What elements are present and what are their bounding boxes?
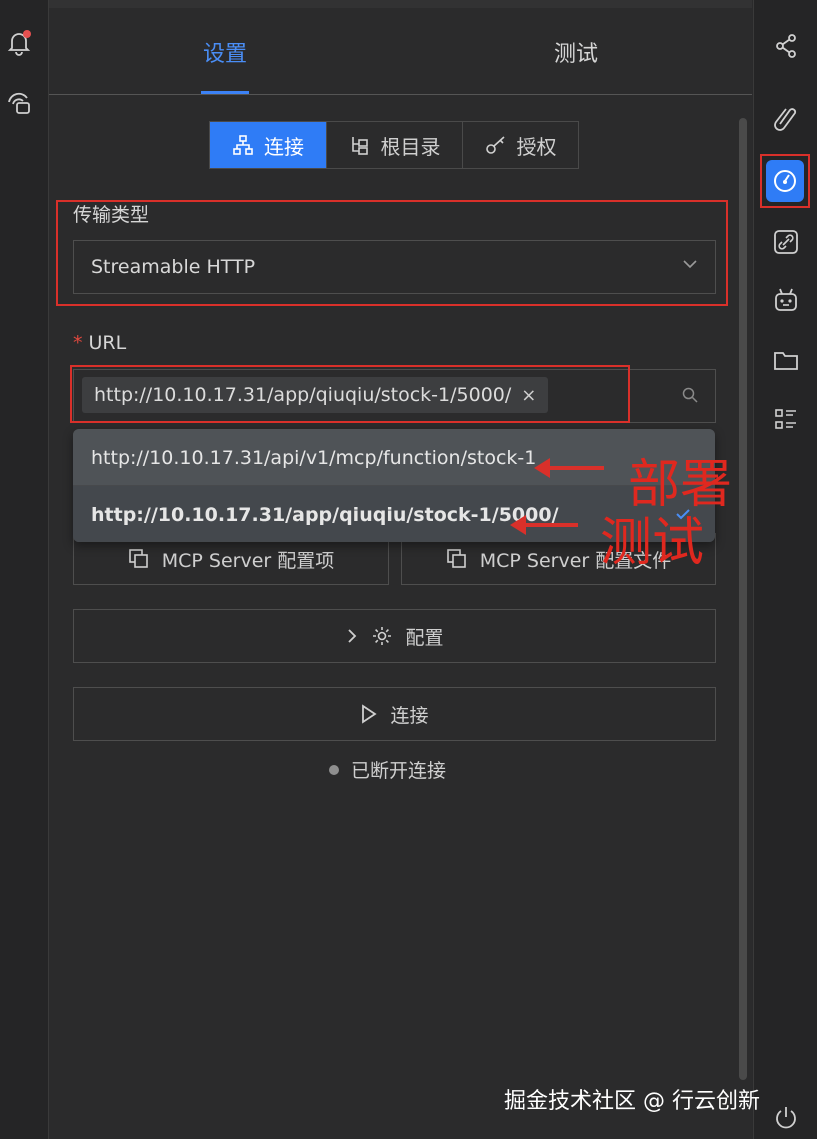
paperclip-icon[interactable] <box>772 104 800 132</box>
config-collapse-button[interactable]: 配置 <box>73 609 716 663</box>
dropdown-option-text: http://10.10.17.31/api/v1/mcp/function/s… <box>91 447 537 469</box>
config-label: 配置 <box>405 626 444 649</box>
segment-connect[interactable]: 连接 <box>210 122 327 168</box>
gauge-icon <box>774 170 796 192</box>
active-rail-item[interactable] <box>760 154 810 208</box>
tab-bar: 设置 测试 <box>49 8 752 95</box>
top-strip <box>49 0 752 8</box>
status-dot <box>329 764 339 775</box>
required-mark: * <box>73 332 83 354</box>
connect-button[interactable]: 连接 <box>73 687 716 741</box>
robot-icon[interactable] <box>772 286 800 314</box>
annotation-arrow-deploy <box>534 458 604 478</box>
chevron-right-icon <box>348 629 357 643</box>
segment-auth-label: 授权 <box>516 134 557 159</box>
list-icon[interactable] <box>772 406 800 434</box>
annotation-test: 测试 <box>600 513 705 573</box>
copy-icon <box>446 549 466 568</box>
connection-status: 已断开连接 <box>329 756 446 783</box>
gear-icon <box>373 627 392 645</box>
link-icon[interactable] <box>772 228 800 256</box>
server-config-item-label: MCP Server 配置项 <box>161 549 335 572</box>
segment-control: 连接 根目录 授权 <box>209 121 579 169</box>
left-rail <box>0 0 49 1139</box>
search-icon <box>682 387 698 403</box>
right-rail <box>753 0 817 1139</box>
play-icon <box>362 704 378 724</box>
scrollbar[interactable] <box>739 118 747 1080</box>
segment-root-label: 根目录 <box>380 134 441 159</box>
annotation-box-transport <box>56 200 728 306</box>
signal-icon[interactable] <box>6 90 32 116</box>
bell-icon[interactable] <box>6 30 32 56</box>
connect-label: 连接 <box>390 704 429 727</box>
segment-auth[interactable]: 授权 <box>463 122 578 168</box>
tab-test[interactable]: 测试 <box>526 36 626 68</box>
url-label-text: URL <box>88 332 127 354</box>
share-icon[interactable] <box>772 32 800 60</box>
watermark: 掘金技术社区 @ 行云创新 <box>504 1089 760 1114</box>
folder-icon[interactable] <box>772 346 800 374</box>
segment-root[interactable]: 根目录 <box>327 122 463 168</box>
annotation-box-url <box>70 365 630 423</box>
status-text: 已断开连接 <box>351 760 447 782</box>
url-label: * URL <box>73 332 126 354</box>
tab-settings[interactable]: 设置 <box>175 36 275 68</box>
segment-connect-label: 连接 <box>264 134 304 159</box>
tree-icon <box>351 137 368 155</box>
dropdown-option-text: http://10.10.17.31/app/qiuqiu/stock-1/50… <box>91 504 559 526</box>
key-icon <box>485 136 505 154</box>
active-rail-bg <box>766 160 804 202</box>
sitemap-icon <box>233 135 253 155</box>
tab-underline <box>201 91 249 94</box>
power-icon[interactable] <box>772 1104 800 1132</box>
copy-icon <box>128 549 148 568</box>
dropdown-option[interactable]: http://10.10.17.31/api/v1/mcp/function/s… <box>73 429 715 485</box>
annotation-arrow-test <box>510 515 578 535</box>
